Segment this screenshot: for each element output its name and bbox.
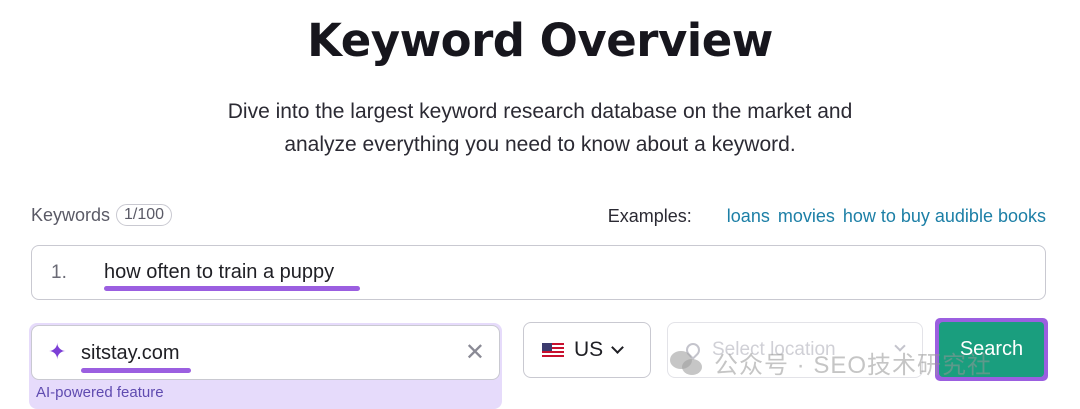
- keyword-line-number: 1.: [51, 262, 67, 283]
- examples-label: Examples:: [607, 206, 692, 226]
- country-select[interactable]: US: [523, 322, 651, 378]
- chevron-down-icon: [611, 341, 625, 354]
- example-link-audible[interactable]: how to buy audible books: [843, 206, 1046, 227]
- chevron-down-icon: [894, 340, 906, 352]
- keyword-highlight-underline: [104, 286, 360, 291]
- search-button[interactable]: Search: [935, 318, 1048, 381]
- page-title: Keyword Overview: [307, 14, 773, 67]
- keywords-label-row: Keywords 1/100: [31, 204, 173, 226]
- keywords-count-badge: 1/100: [116, 204, 173, 226]
- keywords-input[interactable]: 1. how often to train a puppy: [31, 245, 1046, 300]
- domain-highlight-underline: [81, 368, 191, 373]
- location-select[interactable]: Select location: [667, 322, 923, 378]
- location-pin-icon: [683, 340, 703, 360]
- country-code: US: [574, 338, 604, 361]
- keyword-text[interactable]: how often to train a puppy: [104, 261, 334, 284]
- subtitle-line-1: Dive into the largest keyword research d…: [227, 100, 853, 123]
- close-icon[interactable]: ✕: [465, 338, 485, 367]
- subtitle-line-2: analyze everything you need to know abou…: [284, 133, 796, 156]
- us-flag-icon: [542, 343, 564, 357]
- examples-row: Examples: loans movies how to buy audibl…: [608, 206, 1046, 227]
- example-link-loans[interactable]: loans: [727, 206, 770, 227]
- example-link-movies[interactable]: movies: [778, 206, 835, 227]
- domain-input[interactable]: ✦ sitstay.com ✕: [31, 325, 500, 380]
- keywords-label: Keywords: [31, 204, 111, 225]
- page-subtitle: Dive into the largest keyword research d…: [0, 95, 1080, 161]
- domain-value[interactable]: sitstay.com: [81, 342, 180, 365]
- location-placeholder: Select location: [712, 339, 836, 360]
- search-button-label: Search: [939, 322, 1044, 377]
- domain-field-wrapper: ✦ sitstay.com ✕ AI-powered feature: [29, 323, 502, 409]
- sparkle-icon: ✦: [48, 339, 67, 364]
- ai-feature-label: AI-powered feature: [36, 384, 164, 401]
